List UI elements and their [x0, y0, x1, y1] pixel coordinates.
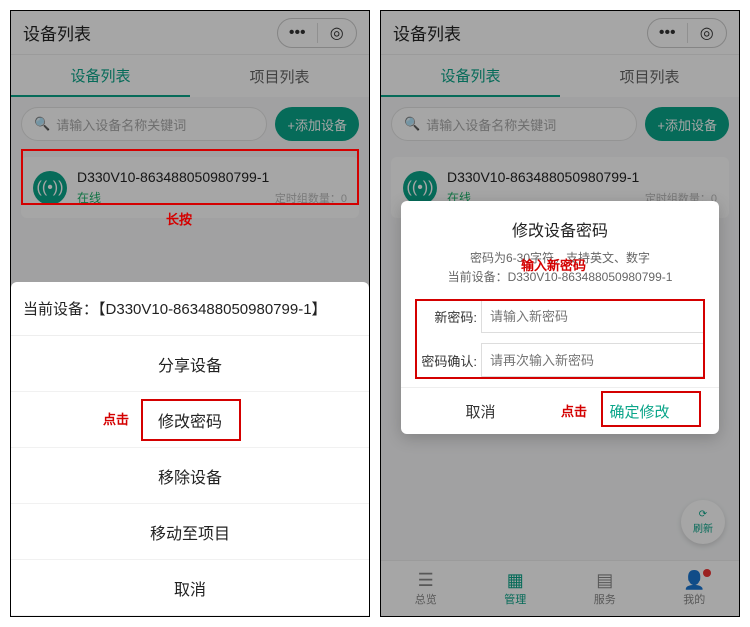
sheet-move[interactable]: 移动至项目	[11, 504, 369, 560]
modal-actions: 取消 确定修改	[401, 387, 719, 434]
field-confirm-password: 密码确认:	[415, 343, 705, 377]
confirm-button[interactable]: 确定修改	[560, 388, 719, 434]
sheet-modify-password[interactable]: 修改密码	[11, 392, 369, 448]
input-confirm-password[interactable]	[481, 343, 705, 377]
phone-left: 设备列表 ••• ◎ 设备列表 项目列表 🔍 请输入设备名称关键词 +添加设备 …	[10, 10, 370, 617]
modal-hint: 密码为6-30字符，支持英文、数字	[415, 249, 705, 266]
password-modal: 修改设备密码 密码为6-30字符，支持英文、数字 当前设备：D330V10-86…	[401, 201, 719, 434]
label-confirm-password: 密码确认:	[415, 351, 477, 370]
cancel-button[interactable]: 取消	[401, 388, 560, 434]
input-new-password[interactable]	[481, 299, 705, 333]
label-new-password: 新密码:	[415, 307, 477, 326]
action-sheet: 当前设备：【D330V10-863488050980799-1】 分享设备 修改…	[11, 282, 369, 616]
phone-right: 设备列表 ••• ◎ 设备列表 项目列表 🔍 请输入设备名称关键词 +添加设备 …	[380, 10, 740, 617]
sheet-share[interactable]: 分享设备	[11, 336, 369, 392]
sheet-header: 当前设备：【D330V10-863488050980799-1】	[11, 282, 369, 336]
sheet-cancel[interactable]: 取消	[11, 560, 369, 616]
field-new-password: 新密码:	[415, 299, 705, 333]
sheet-remove[interactable]: 移除设备	[11, 448, 369, 504]
modal-title: 修改设备密码	[415, 217, 705, 241]
modal-device: 当前设备：D330V10-863488050980799-1	[415, 268, 705, 285]
